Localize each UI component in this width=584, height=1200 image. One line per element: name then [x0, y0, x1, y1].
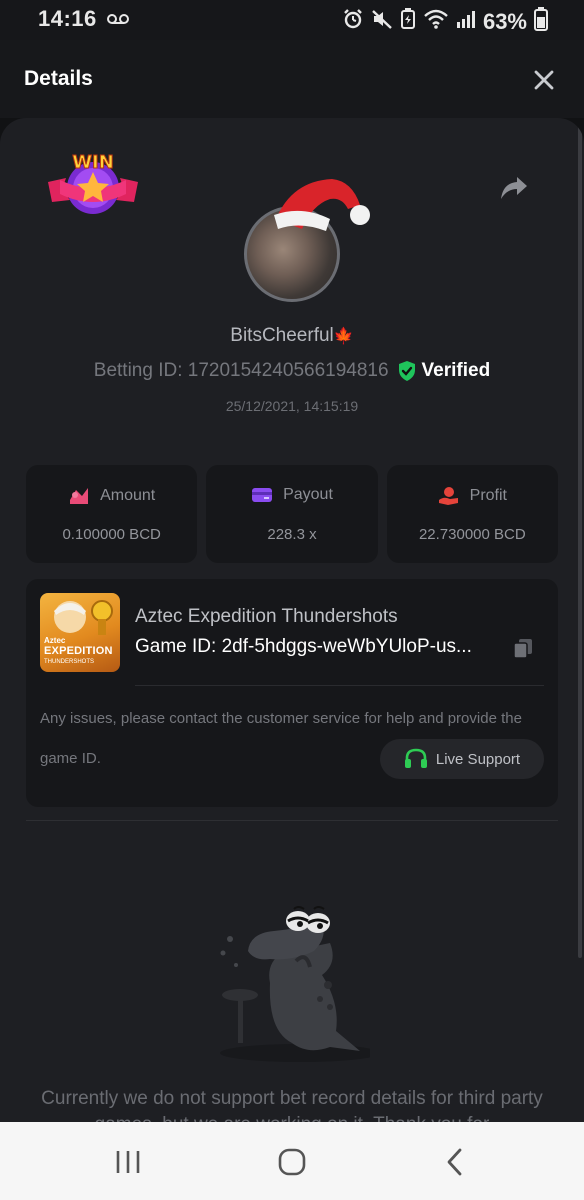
details-header: Details [0, 40, 584, 118]
signal-icon [456, 9, 476, 34]
win-badge-text: WIN [72, 152, 114, 173]
game-name: Aztec Expedition Thundershots [135, 606, 398, 627]
amount-icon [70, 488, 89, 504]
stat-payout-value: 228.3 x [267, 526, 317, 543]
thumb-title-line2: EXPEDITION [44, 645, 113, 657]
live-support-label: Live Support [435, 750, 521, 768]
wallet-icon [252, 488, 273, 502]
headset-icon [404, 748, 427, 768]
betting-id-row: Betting ID: 1720154240566194816 Verified [0, 360, 584, 382]
scrollbar[interactable] [578, 118, 582, 958]
crocodile-illustration-icon [210, 903, 380, 1063]
back-icon[interactable] [440, 1146, 472, 1178]
stat-amount-label: Amount [100, 487, 156, 504]
stat-profit: Profit 22.730000 BCD [386, 465, 558, 563]
recents-icon[interactable] [112, 1146, 144, 1178]
verified-label: Verified [421, 360, 491, 381]
battery-icon [534, 7, 548, 36]
betting-id: Betting ID: 1720154240566194816 [93, 360, 389, 381]
alarm-icon [342, 8, 364, 35]
stat-profit-label: Profit [469, 487, 507, 504]
status-bar: 14:16 63% [0, 0, 584, 40]
battery-saver-icon [400, 8, 416, 35]
stat-profit-value: 22.730000 BCD [418, 526, 526, 543]
wifi-icon [423, 8, 449, 35]
bet-details-sheet[interactable]: WIN BitsCheerful🍁 Betting ID: 1720154240… [0, 118, 584, 1128]
divider [135, 685, 544, 686]
thumb-title-line3: THUNDERSHOTS [44, 659, 95, 665]
close-icon[interactable] [532, 68, 556, 92]
profit-icon [438, 487, 458, 505]
battery-percent: 63% [482, 8, 527, 34]
stat-payout: Payout 228.3 x [206, 465, 378, 563]
stat-amount: Amount 0.100000 BCD [26, 465, 198, 563]
home-icon[interactable] [276, 1146, 308, 1178]
santa-hat-icon [272, 175, 376, 241]
stat-payout-label: Payout [283, 486, 333, 503]
stat-amount-value: 0.100000 BCD [62, 526, 161, 543]
maple-leaf-icon: 🍁 [333, 328, 354, 345]
live-support-button[interactable]: Live Support [380, 739, 544, 779]
game-id: Game ID: 2df-5hdggs-weWbYUloP-us... [135, 636, 472, 657]
section-divider [26, 820, 558, 821]
thumb-title-line1: Aztec [44, 636, 66, 645]
page-title: Details [24, 67, 93, 90]
username: BitsCheerful🍁 [0, 325, 584, 347]
username-text: BitsCheerful [230, 325, 334, 346]
win-badge-icon: WIN [46, 150, 140, 222]
voicemail-icon [107, 12, 129, 30]
status-time: 14:16 [38, 6, 97, 31]
mute-icon [371, 8, 393, 35]
verified-badge: Verified [397, 360, 491, 382]
game-card: Aztec EXPEDITION THUNDERSHOTS Aztec Expe… [26, 579, 558, 807]
shield-check-icon [398, 361, 415, 381]
share-icon[interactable] [499, 175, 529, 201]
stats-row: Amount 0.100000 BCD Payout 228.3 x Profi… [26, 465, 558, 563]
system-nav-bar [0, 1122, 584, 1200]
bet-datetime: 25/12/2021, 14:15:19 [225, 398, 359, 414]
copy-icon[interactable] [512, 637, 534, 659]
game-thumbnail[interactable]: Aztec EXPEDITION THUNDERSHOTS [40, 593, 120, 672]
